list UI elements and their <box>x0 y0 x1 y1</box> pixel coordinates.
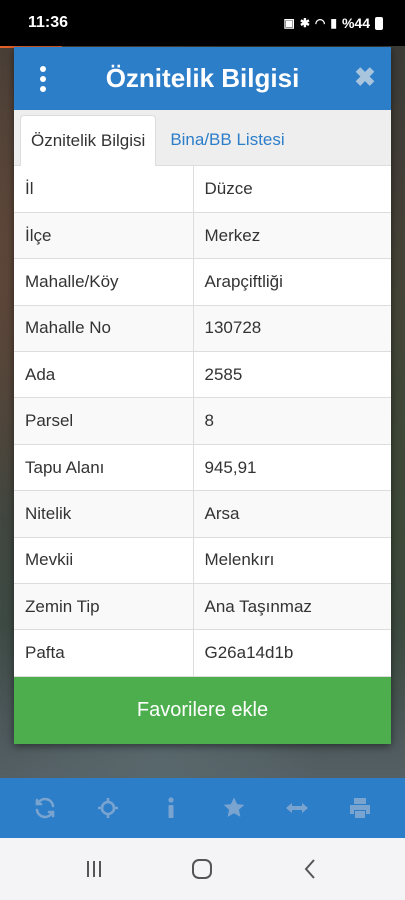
row-value: 130728 <box>193 305 391 353</box>
dialog-header: Öznitelik Bilgisi ✖ <box>14 47 391 110</box>
battery-percent: %44 <box>341 15 370 31</box>
row-value: Ana Taşınmaz <box>193 583 391 631</box>
row-value: 8 <box>193 397 391 445</box>
menu-icon[interactable] <box>38 66 48 92</box>
table-row: Tapu Alanı 945,91 <box>14 444 391 492</box>
tab-bar: Öznitelik Bilgisi Bina/BB Listesi <box>14 110 391 166</box>
bluetooth-icon: ✱ <box>299 16 310 30</box>
refresh-icon[interactable] <box>25 788 65 828</box>
table-row: İlçe Merkez <box>14 212 391 260</box>
crosshair-icon[interactable] <box>88 788 128 828</box>
row-value: Melenkırı <box>193 537 391 585</box>
status-time: 11:36 <box>28 14 69 31</box>
dialog-title: Öznitelik Bilgisi <box>105 63 300 93</box>
row-value: Arsa <box>193 490 391 538</box>
row-key: İlçe <box>14 212 194 260</box>
tab-attribute-info[interactable]: Öznitelik Bilgisi <box>20 115 157 166</box>
wifi-icon: ◠ <box>314 16 326 30</box>
row-key: Mahalle No <box>14 305 194 353</box>
table-row: Mevkii Melenkırı <box>14 537 391 585</box>
measure-icon[interactable] <box>277 788 317 828</box>
row-key: Tapu Alanı <box>14 444 194 492</box>
row-key: Mevkii <box>14 537 194 585</box>
row-value: Düzce <box>193 166 391 213</box>
table-row: Mahalle/Köy Arapçiftliği <box>14 258 391 306</box>
table-row: İl Düzce <box>14 166 391 213</box>
notification-icon: ▣ <box>283 16 295 30</box>
back-icon[interactable] <box>291 849 331 889</box>
table-row: Parsel 8 <box>14 397 391 445</box>
tab-building-list[interactable]: Bina/BB Listesi <box>156 115 294 165</box>
row-key: Mahalle/Köy <box>14 258 194 306</box>
table-row: Nitelik Arsa <box>14 490 391 538</box>
row-value: Arapçiftliği <box>193 258 391 306</box>
star-icon[interactable] <box>214 788 254 828</box>
row-key: Parsel <box>14 397 194 445</box>
status-bar: 11:36 ▣ ✱ ◠ ▮ %44 <box>0 0 405 46</box>
row-key: İl <box>14 166 194 213</box>
print-icon[interactable] <box>340 788 380 828</box>
bottom-toolbar <box>0 778 405 838</box>
row-value: 945,91 <box>193 444 391 492</box>
home-icon[interactable] <box>182 849 222 889</box>
table-row: Ada 2585 <box>14 351 391 399</box>
signal-icon: ▮ <box>330 16 337 30</box>
add-favorite-button[interactable]: Favorilere ekle <box>14 677 391 744</box>
attribute-dialog: Öznitelik Bilgisi ✖ Öznitelik Bilgisi Bi… <box>14 47 391 744</box>
table-row: Mahalle No 130728 <box>14 305 391 353</box>
info-icon[interactable] <box>151 788 191 828</box>
row-value: 2585 <box>193 351 391 399</box>
row-value: Merkez <box>193 212 391 260</box>
close-icon[interactable]: ✖ <box>353 63 377 91</box>
status-icons: ▣ ✱ ◠ ▮ %44 <box>283 15 383 31</box>
attribute-table: İl Düzce İlçe Merkez Mahalle/Köy Arapçif… <box>14 166 391 677</box>
recents-icon[interactable] <box>74 849 114 889</box>
row-value: G26a14d1b <box>193 629 391 677</box>
row-key: Zemin Tip <box>14 583 194 631</box>
table-row: Pafta G26a14d1b <box>14 629 391 677</box>
row-key: Ada <box>14 351 194 399</box>
row-key: Nitelik <box>14 490 194 538</box>
row-key: Pafta <box>14 629 194 677</box>
battery-icon <box>375 16 383 30</box>
android-nav-bar <box>0 838 405 900</box>
table-row: Zemin Tip Ana Taşınmaz <box>14 583 391 631</box>
